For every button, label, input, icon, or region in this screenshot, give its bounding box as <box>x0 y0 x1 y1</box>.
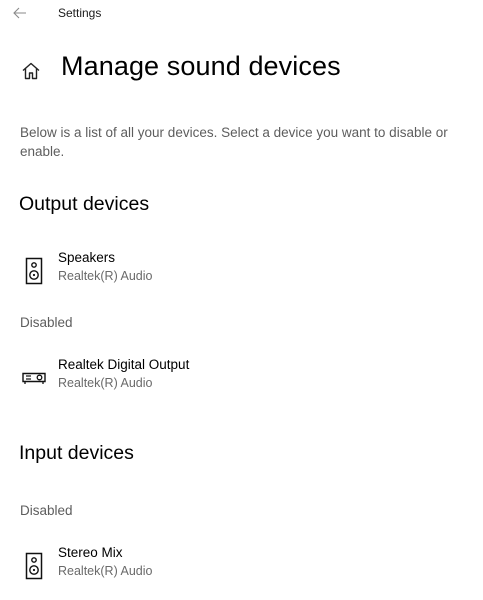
speaker-icon <box>20 551 48 581</box>
output-devices-header: Output devices <box>19 193 150 215</box>
page-title: Manage sound devices <box>61 51 341 81</box>
window-title: Settings <box>58 6 102 20</box>
device-name: Realtek Digital Output <box>58 357 190 372</box>
back-button[interactable] <box>10 4 30 22</box>
device-name: Stereo Mix <box>58 545 123 560</box>
device-speakers[interactable]: Speakers Realtek(R) Audio <box>14 250 454 294</box>
back-arrow-icon <box>13 7 26 19</box>
output-disabled-label: Disabled <box>20 315 73 330</box>
digital-output-icon <box>20 363 48 393</box>
device-name: Speakers <box>58 250 116 265</box>
device-driver: Realtek(R) Audio <box>58 376 153 390</box>
home-button[interactable] <box>19 59 43 83</box>
home-icon <box>22 62 40 80</box>
page-description: Below is a list of all your devices. Sel… <box>20 125 448 159</box>
input-disabled-label: Disabled <box>20 503 73 518</box>
input-devices-header: Input devices <box>19 442 134 464</box>
title-bar: Settings <box>0 0 483 30</box>
device-stereo-mix[interactable]: Stereo Mix Realtek(R) Audio <box>14 545 454 589</box>
device-driver: Realtek(R) Audio <box>58 564 153 578</box>
device-driver: Realtek(R) Audio <box>58 269 153 283</box>
speaker-icon <box>20 256 48 286</box>
device-realtek-digital-output[interactable]: Realtek Digital Output Realtek(R) Audio <box>14 357 454 401</box>
